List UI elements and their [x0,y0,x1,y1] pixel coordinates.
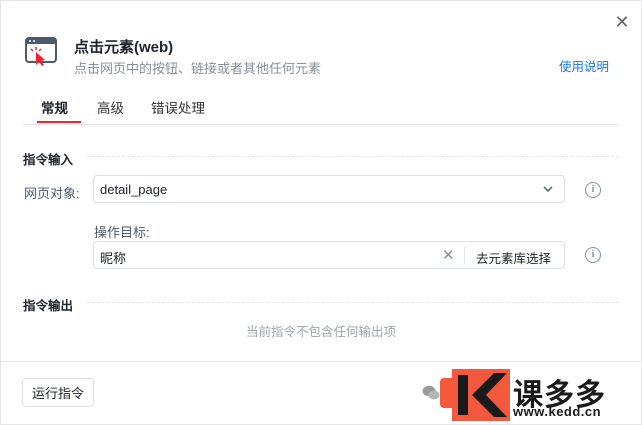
info-icon[interactable]: i [585,182,601,198]
tab-advanced[interactable]: 高级 [95,97,126,117]
tab-bar: 常规 高级 错误处理 [23,97,619,125]
wechat-icon [422,385,440,400]
target-value: 昵称 [100,251,127,266]
page-object-value: detail_page [100,182,168,197]
output-section-title: 指令输出 [23,299,74,313]
page-object-label: 网页对象: [24,186,80,201]
field-separator [464,247,465,264]
dialog-subtitle: 点击网页中的按钮、链接或者其他任何元素 [74,61,322,76]
click-element-icon [25,37,57,66]
active-tab-indicator [37,121,81,123]
tab-error-handling[interactable]: 错误处理 [149,97,207,117]
target-field[interactable]: 昵称 ✕ 去元素库选择 [93,241,565,269]
click-element-dialog: ✕ 点击元素(web) 点击网页中的按钮、链接或者其他任何元素 使用说明 常规 … [0,0,642,425]
kedd-logo-icon [452,369,510,421]
run-instruction-button[interactable]: 运行指令 [22,378,94,407]
watermark-url: www.kedd.cn [513,404,602,419]
info-icon[interactable]: i [585,247,601,263]
element-library-button[interactable]: 去元素库选择 [476,248,551,267]
dialog-title: 点击元素(web) [74,39,174,56]
section-divider [87,302,619,303]
close-icon[interactable]: ✕ [613,13,631,31]
target-label: 操作目标: [94,225,150,240]
clear-icon[interactable]: ✕ [442,246,455,264]
tab-general-label: 常规 [41,101,68,116]
section-divider [87,156,619,157]
tab-general[interactable]: 常规 [37,97,81,123]
footer-divider [1,361,641,362]
chevron-down-icon [543,186,553,193]
help-link[interactable]: 使用说明 [559,56,609,75]
input-section-title: 指令输入 [23,153,74,167]
empty-output-message: 当前指令不包含任何输出项 [245,325,396,339]
page-object-select[interactable]: detail_page [93,175,565,203]
